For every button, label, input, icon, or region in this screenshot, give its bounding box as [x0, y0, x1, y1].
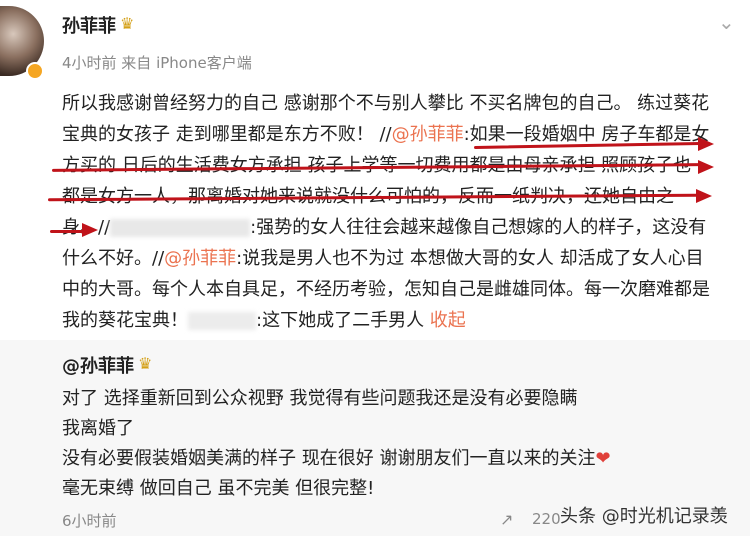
mention-link[interactable]: @孙菲菲	[392, 124, 464, 145]
watermark: 头条 @时光机记录羡	[560, 506, 728, 527]
repost-line: 对了 选择重新回到公众视野 我觉得有些问题我还是没有必要隐瞒	[62, 388, 578, 409]
repost-line: 没有必要假装婚姻美满的样子 现在很好 谢谢朋友们一直以来的关注❤	[62, 448, 611, 469]
repost-time: 6小时前	[62, 512, 117, 530]
vip-crown-icon: ♛	[120, 14, 135, 33]
collapse-link[interactable]: 收起	[430, 310, 466, 331]
mention-link[interactable]: @孙菲菲	[164, 248, 236, 269]
post-line: 身。//:强势的女人往往会越来越像自己想嫁的人的样子，这没有	[62, 217, 707, 238]
author-name[interactable]: 孙菲菲	[62, 12, 116, 38]
annotation-arrow	[698, 160, 714, 174]
repost-author[interactable]: @孙菲菲	[62, 352, 134, 378]
blurred-username	[188, 312, 256, 330]
share-icon[interactable]: ↗	[500, 510, 513, 529]
blurred-username	[110, 219, 251, 237]
post-line: 我的葵花宝典！:这下她成了二手男人 收起	[62, 310, 466, 331]
annotation-arrow	[698, 137, 714, 151]
heart-icon: ❤	[595, 448, 611, 469]
repost-line: 毫无束缚 做回自己 虽不完美 但很完整!	[62, 478, 375, 499]
post-line: 中的大哥。每个人本自具足，不经历考验，怎知自己是雌雄同体。每一次磨难都是	[62, 279, 710, 300]
repost-line: 我离婚了	[62, 418, 134, 439]
repost-count: 220	[532, 510, 561, 528]
more-options-icon[interactable]: ⌄	[718, 10, 742, 34]
annotation-arrow	[696, 189, 712, 203]
vip-crown-icon: ♛	[138, 354, 153, 373]
verified-badge-icon	[26, 62, 44, 80]
post-body: 所以我感谢曾经努力的自己 感谢那个不与别人攀比 不买名牌包的自己。 练过葵花 宝…	[62, 88, 742, 336]
post-line: 什么不好。//@孙菲菲:说我是男人也不为过 本想做大哥的女人 却活成了女人心目	[62, 248, 704, 269]
annotation-underline	[50, 230, 84, 233]
post-line: 所以我感谢曾经努力的自己 感谢那个不与别人攀比 不买名牌包的自己。 练过葵花	[62, 93, 710, 114]
post-header: 孙菲菲 ♛ 4小时前 来自 iPhone客户端 ⌄	[0, 0, 750, 80]
post-meta: 4小时前 来自 iPhone客户端	[62, 54, 252, 72]
annotation-arrow	[82, 223, 98, 237]
